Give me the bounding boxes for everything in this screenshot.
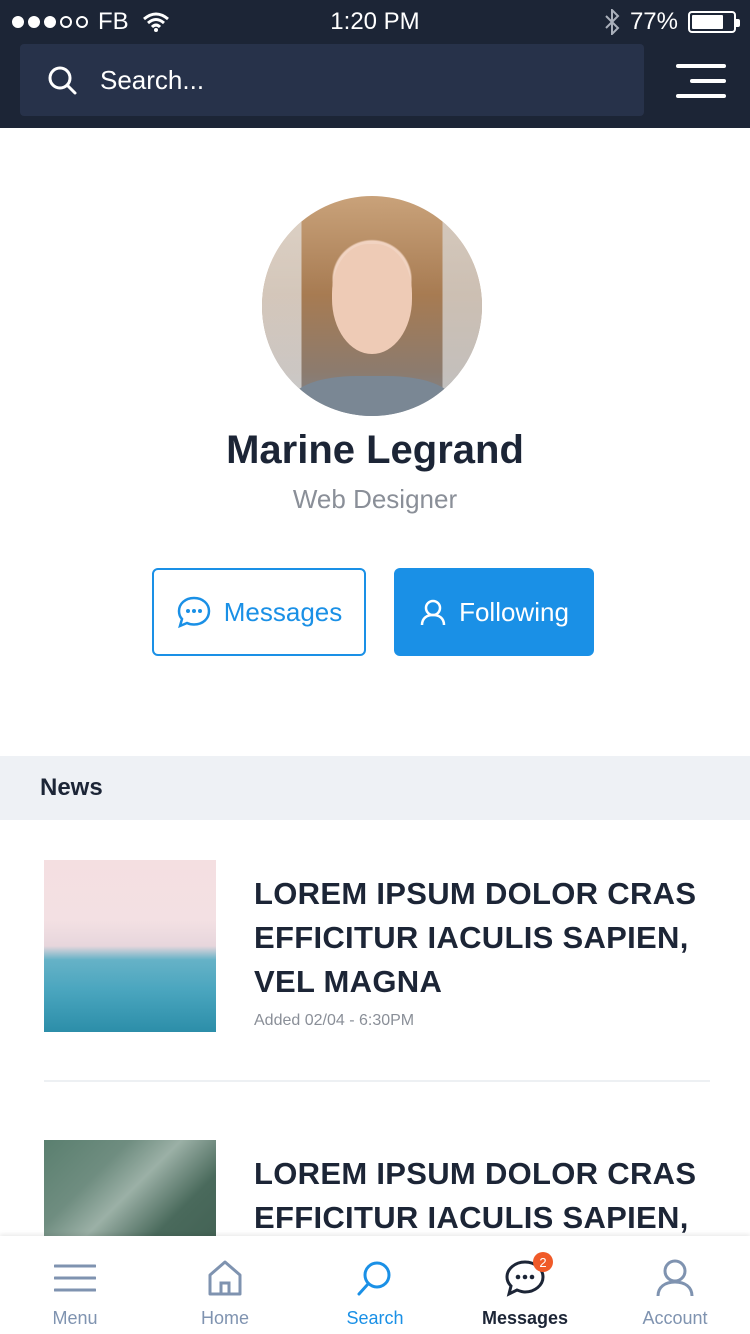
status-right: 77% xyxy=(604,8,740,36)
tab-label: Messages xyxy=(481,1308,569,1328)
avatar-shirt xyxy=(292,376,452,416)
hamburger-line xyxy=(676,94,726,98)
tab-label: Home xyxy=(200,1308,249,1328)
battery-percent: 77% xyxy=(629,8,678,35)
chat-bubble-icon xyxy=(177,596,211,629)
news-item[interactable]: LOREM IPSUM DOLOR CRAS EFFICITUR IACULIS… xyxy=(44,860,710,1032)
search-input[interactable] xyxy=(100,64,580,96)
profile-name: Marine Legrand xyxy=(226,428,524,472)
following-button[interactable]: Following xyxy=(394,568,594,656)
avatar xyxy=(262,196,482,416)
news-item[interactable]: LOREM IPSUM DOLOR CRAS EFFICITUR IACULIS… xyxy=(44,1140,710,1312)
news-section-header: News xyxy=(0,756,750,820)
search-icon xyxy=(42,60,82,100)
profile-role: Web Designer xyxy=(292,484,458,514)
user-icon xyxy=(420,599,446,626)
notification-badge: 2 xyxy=(533,1252,553,1272)
user-icon xyxy=(653,1256,697,1300)
hamburger-line xyxy=(690,79,726,83)
divider xyxy=(44,1080,710,1082)
hamburger-line xyxy=(676,64,726,68)
avatar-face xyxy=(332,244,412,354)
news-section-title: News xyxy=(40,774,103,801)
status-bar: FB 1:20 PM 77% xyxy=(0,0,750,42)
tab-label: Search xyxy=(346,1308,404,1328)
messages-button-label: Messages xyxy=(223,596,343,627)
tab-account[interactable]: Account xyxy=(600,1236,750,1334)
bluetooth-icon xyxy=(605,9,620,35)
chat-icon: 2 xyxy=(503,1252,553,1300)
following-button-label: Following xyxy=(459,596,569,627)
battery-fill xyxy=(692,15,723,29)
tab-menu[interactable]: Menu xyxy=(0,1236,150,1334)
tab-label: Menu xyxy=(52,1308,98,1328)
tab-home[interactable]: Home xyxy=(150,1236,300,1334)
search-icon xyxy=(353,1256,397,1300)
search-bar[interactable] xyxy=(20,44,644,116)
tab-search[interactable]: Search xyxy=(300,1236,450,1334)
news-thumbnail xyxy=(44,860,216,1032)
home-icon xyxy=(203,1256,247,1300)
tab-messages[interactable]: 2 Messages xyxy=(450,1236,600,1334)
battery-icon xyxy=(688,11,740,33)
messages-button[interactable]: Messages xyxy=(152,568,366,656)
menu-icon xyxy=(53,1256,97,1300)
tab-label: Account xyxy=(642,1308,708,1328)
tab-bar: Menu Home Search 2 Messages Account xyxy=(0,1236,750,1334)
hamburger-icon[interactable] xyxy=(676,64,726,98)
news-date: Added 02/04 - 6:30PM xyxy=(254,1012,415,1029)
top-bar: FB 1:20 PM 77% xyxy=(0,0,750,128)
news-title: LOREM IPSUM DOLOR CRAS EFFICITUR IACULIS… xyxy=(254,876,697,999)
